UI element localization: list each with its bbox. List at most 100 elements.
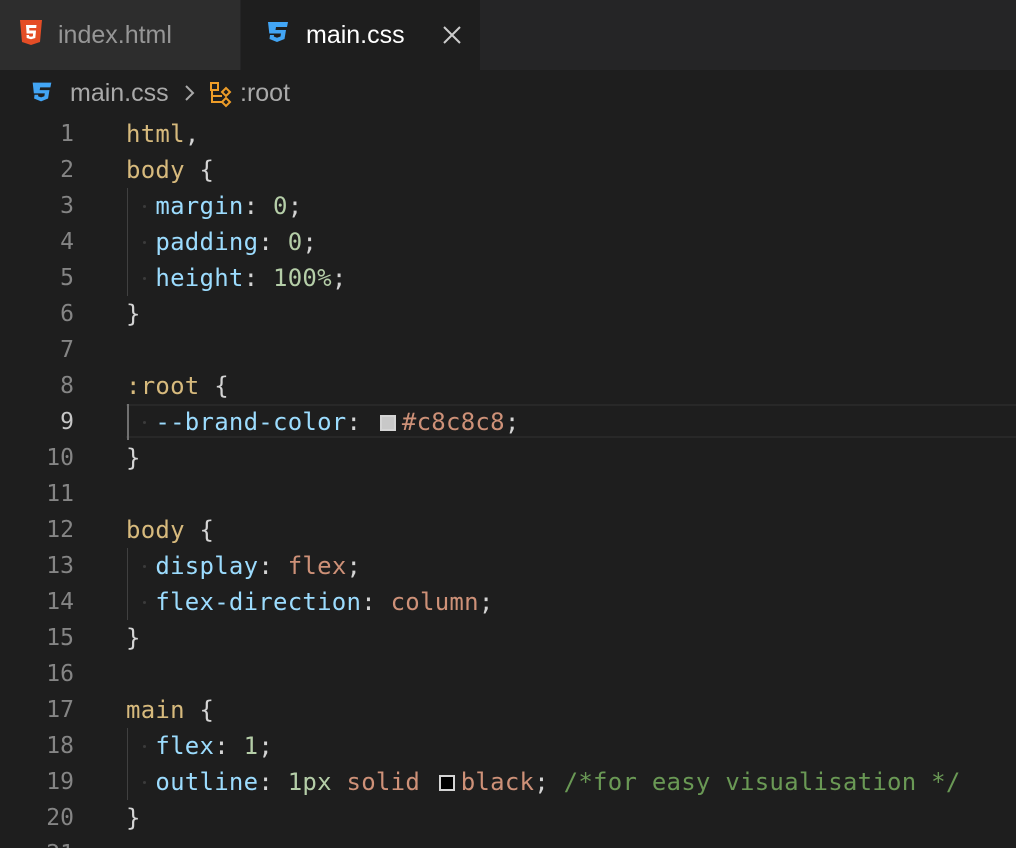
code-text: outline: 1px solid black; /*for easy vis… [126,764,961,800]
css3-icon [32,82,52,102]
line-number: 4 [60,229,74,255]
code-text: body { [126,152,214,188]
code-line[interactable]: 14 flex-direction: column; [0,584,1016,620]
tab-bar: index.html main.css [0,0,1016,70]
token-punc: } [126,624,141,652]
token-punc: ; [302,228,318,256]
color-swatch[interactable] [379,415,396,431]
code-line[interactable]: 7 [0,332,1016,368]
code-text: flex-direction: column; [126,584,494,620]
code-line[interactable]: 6} [0,296,1016,332]
tab-index-html[interactable]: index.html [0,0,241,70]
code-text: --brand-color: #c8c8c8; [126,404,520,440]
token-punc: : [361,588,391,616]
line-number: 5 [60,265,74,291]
code-line[interactable]: 10} [0,440,1016,476]
breadcrumb-symbol[interactable]: :root [240,78,290,108]
token-prop: margin [155,192,244,220]
code-line[interactable]: 17 main { [0,692,1016,728]
token-punc: } [126,804,141,832]
token-punc: ; [258,732,274,760]
code-line[interactable]: 8 :root { [0,368,1016,404]
close-icon[interactable] [441,24,463,46]
token-punc: ; [504,408,520,436]
code-line[interactable]: 12 body { [0,512,1016,548]
token-punc: : [214,732,244,760]
line-number: 8 [60,373,74,399]
breadcrumb-file[interactable]: main.css [70,78,169,108]
code-line[interactable]: 21 [0,836,1016,848]
code-line[interactable]: 1 html, [0,116,1016,152]
token-sel: html [126,120,185,148]
line-number: 20 [46,805,74,831]
line-number: 2 [60,157,74,183]
line-number: 7 [60,337,74,363]
token-sel: main [126,696,185,724]
token-str: #c8c8c8 [401,408,505,436]
token-sel: body [126,516,185,544]
token-punc: : [258,228,288,256]
token-punc: ; [346,552,362,580]
token-prop: display [155,552,259,580]
token-punc [420,768,435,796]
token-prop: flex [155,732,215,760]
token-punc: } [126,300,141,328]
line-number: 6 [60,301,74,327]
code-line[interactable]: 19 outline: 1px solid black; /*for easy … [0,764,1016,800]
line-number: 15 [46,625,74,651]
code-line[interactable]: 4 padding: 0; [0,224,1016,260]
line-number: 18 [46,733,74,759]
code-line[interactable]: 18 flex: 1; [0,728,1016,764]
code-line[interactable]: 20} [0,800,1016,836]
code-text: } [126,800,141,836]
code-line[interactable]: 5 height: 100%; [0,260,1016,296]
token-str: column [390,588,479,616]
code-line[interactable]: 9 --brand-color: #c8c8c8; [0,404,1016,440]
token-prop: outline [155,768,259,796]
token-punc: : [243,264,274,292]
color-swatch[interactable] [438,775,455,791]
code-text: :root { [126,368,229,404]
tab-main-css[interactable]: main.css [241,0,480,70]
token-str: flex [287,552,347,580]
code-text: } [126,296,141,332]
token-num: 0 [287,228,303,256]
code-editor[interactable]: 1 html, 2 body {3 margin: 0; 4 padding: 0; 5 … [0,116,1016,848]
token-punc: } [126,444,141,472]
token-num: 1px [287,768,332,796]
token-str: black [460,768,535,796]
code-text: main { [126,692,214,728]
code-line[interactable]: 16 [0,656,1016,692]
token-punc: : [346,408,376,436]
code-text: display: flex; [126,548,361,584]
token-punc: : [258,768,288,796]
token-prop: padding [155,228,259,256]
token-prop: --brand-color [155,408,347,436]
token-sel: body [126,156,185,184]
tab-label: main.css [306,21,405,49]
token-punc: : [258,552,288,580]
code-text: } [126,440,141,476]
code-text: padding: 0; [126,224,317,260]
code-line[interactable]: 11 [0,476,1016,512]
breadcrumb: main.css :root [0,70,1016,116]
code-text: } [126,620,141,656]
code-line[interactable]: 15} [0,620,1016,656]
code-text: body { [126,512,214,548]
token-punc [332,768,347,796]
token-prop: height [155,264,244,292]
line-number: 9 [60,409,74,435]
code-line[interactable]: 2 body { [0,152,1016,188]
token-num: 100% [273,264,332,292]
code-text: html, [126,116,200,152]
chevron-right-icon [185,85,195,101]
line-number: 17 [46,697,74,723]
code-line[interactable]: 3 margin: 0; [0,188,1016,224]
line-number: 21 [0,836,74,848]
symbol-class-icon [210,82,232,108]
token-punc: { [184,156,215,184]
line-number: 13 [46,553,74,579]
code-line[interactable]: 13 display: flex; [0,548,1016,584]
token-punc: { [199,372,229,400]
line-number: 10 [46,445,74,471]
